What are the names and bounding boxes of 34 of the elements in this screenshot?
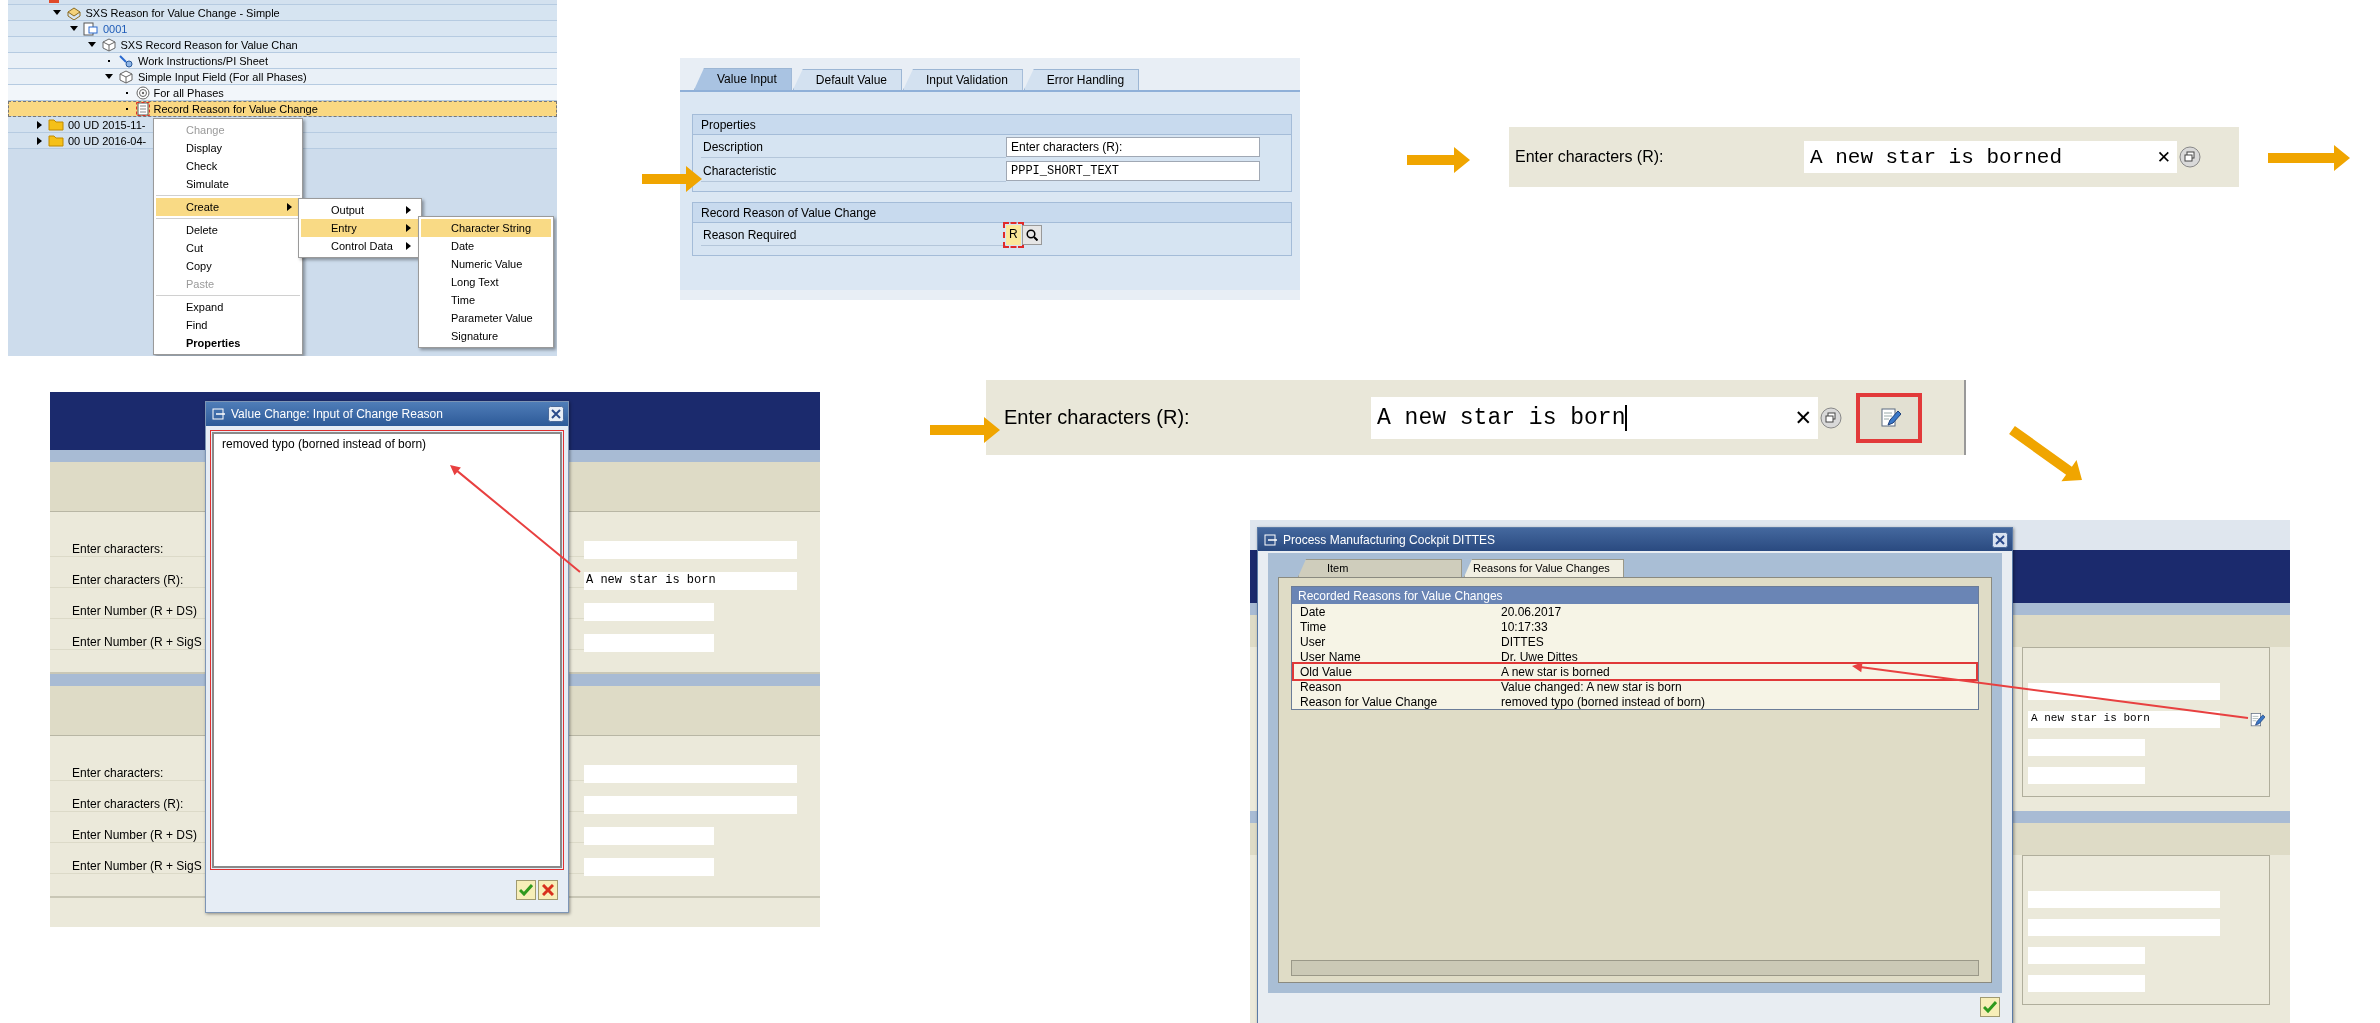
node-label: Record Reason for Value Change [153,102,318,115]
field-value: 20.06.2017 [1501,604,1562,619]
node-label: 0001 [103,22,128,35]
field-label: Enter characters (R): [1515,148,1665,166]
field-label: Characteristic [701,160,1006,182]
field-value: Value changed: A new star is born [1501,679,1682,694]
field-value: A new star is borned [1501,664,1610,679]
field-label: Old Value [1300,664,1353,679]
group-title: Properties [693,115,1291,135]
field-label: Reason [1300,679,1343,694]
dialog-title: Value Change: Input of Change Reason [231,407,444,421]
field-value: DITTES [1501,634,1544,649]
field-label: User [1300,634,1327,649]
field-label: Date [1300,604,1327,619]
field-value: 10:17:33 [1501,619,1548,634]
group-title: Record Reason of Value Change [693,203,1291,223]
node-label: SXS Reason for Value Change - Simple [85,6,280,19]
node-label: SXS Record Reason for Value Chan [120,38,298,51]
node-label: Work Instructions/PI Sheet [138,54,269,67]
node-label: Simple Input Field (For all Phases) [138,70,307,83]
field-value: A new star is borned [1810,145,2063,169]
field-label: Time [1300,619,1328,634]
field-label: Description [701,136,1006,158]
dialog-title: Process Manufacturing Cockpit DITTES [1283,532,1497,547]
field-label: Reason for Value Change [1300,694,1439,709]
field-value: Dr. Uwe Dittes [1501,649,1578,664]
node-label: 00 UD 2016-04- [68,134,147,147]
field-label: User Name [1300,649,1362,664]
field-value: removed typo (borned instead of born) [1501,694,1706,709]
group-title: Recorded Reasons for Value Changes [1292,587,1978,604]
node-label: 00 UD 2015-11- [68,118,146,131]
field-value: A new star is born [1377,404,1628,431]
field-label: Enter characters (R): [1004,406,1191,429]
node-label: For all Phases [153,86,224,99]
